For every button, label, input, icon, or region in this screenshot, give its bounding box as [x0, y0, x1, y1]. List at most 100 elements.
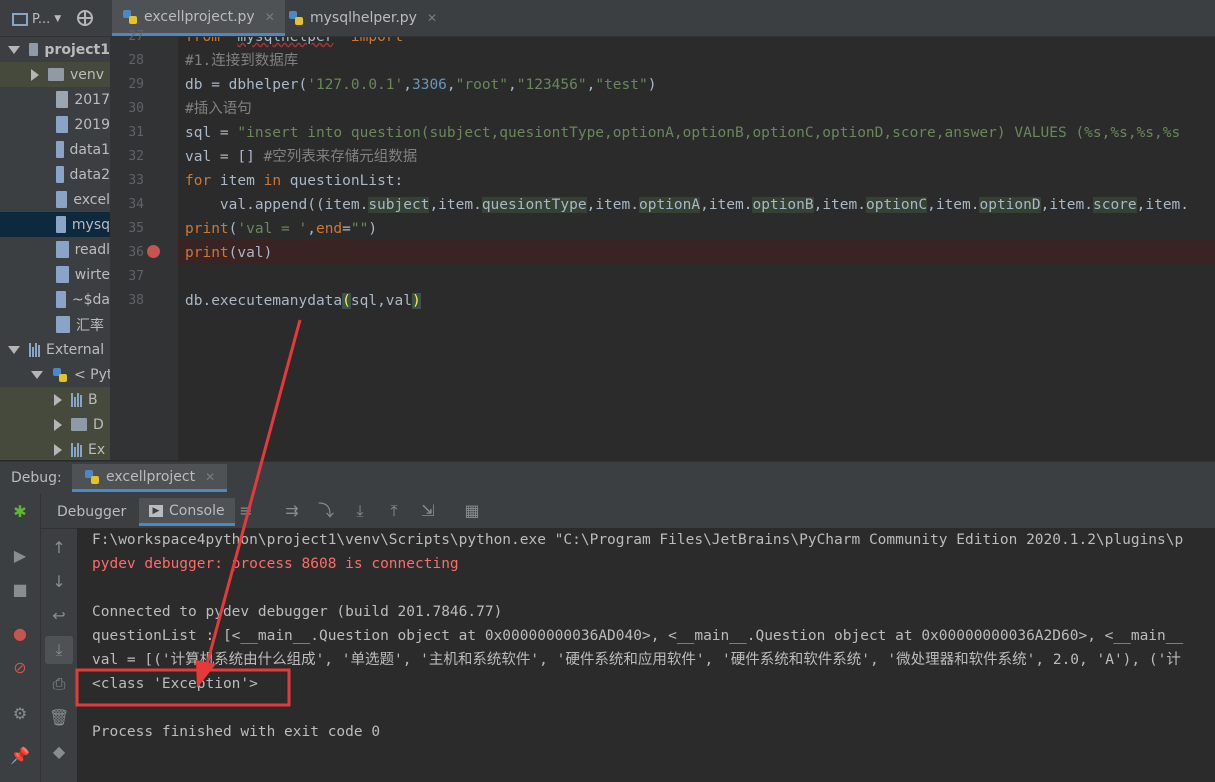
stop-icon[interactable]: ■	[10, 580, 30, 600]
tree-item-file[interactable]: data2	[0, 162, 110, 187]
tree-item-folder[interactable]: D	[0, 412, 110, 437]
tree-item-file[interactable]: excel	[0, 187, 110, 212]
tree-item-label: 2017	[74, 91, 110, 108]
show-execution-point-icon[interactable]: ⇉	[283, 502, 301, 520]
expand-arrow-icon[interactable]	[8, 345, 20, 354]
scroll-to-end-icon[interactable]: ⤓	[45, 636, 73, 664]
folder-icon	[71, 418, 87, 431]
line-number: 29	[128, 77, 144, 92]
code-line: db = dbhelper('127.0.0.1',3306,"root","1…	[185, 77, 657, 93]
pin-icon[interactable]: 📌	[10, 746, 30, 766]
trash-icon[interactable]: 🗑	[49, 708, 69, 728]
tree-item-label: data1	[69, 141, 110, 158]
print-icon[interactable]: ⎙	[49, 674, 69, 694]
tree-item-file[interactable]: wirte	[0, 262, 110, 287]
python-file-icon	[123, 9, 137, 24]
step-into-icon[interactable]: ⤓	[351, 502, 369, 520]
evaluate-expression-icon[interactable]: ▦	[463, 502, 481, 520]
tab-debugger[interactable]: Debugger	[47, 498, 136, 526]
tree-item-file[interactable]: readl	[0, 237, 110, 262]
soft-wrap-icon[interactable]: ↩	[49, 606, 69, 626]
mute-breakpoints-icon[interactable]: ⊘	[10, 658, 30, 678]
tab-label: excellproject.py	[144, 8, 255, 25]
debug-session-tab[interactable]: excellproject ✕	[72, 464, 228, 492]
line-number: 36	[128, 245, 144, 260]
arrow-up-icon[interactable]: ↑	[49, 538, 69, 558]
collapse-arrow-icon[interactable]	[31, 68, 39, 81]
tab-label: Debugger	[57, 504, 127, 520]
tree-item-venv[interactable]: venv	[0, 62, 110, 87]
console-output[interactable]: F:\workspace4python\project1\venv\Script…	[77, 528, 1215, 782]
tree-item-file[interactable]: ~$da	[0, 287, 110, 312]
tab-console[interactable]: ▶ Console	[139, 498, 235, 526]
folder-icon	[48, 68, 64, 81]
gear-icon[interactable]: ⚙	[10, 704, 30, 724]
project-view-icon	[12, 12, 28, 26]
run-to-cursor-icon[interactable]: ⇲	[419, 502, 437, 520]
tree-item-label: readl	[74, 241, 110, 258]
close-icon[interactable]: ✕	[427, 11, 437, 25]
expand-arrow-icon[interactable]	[8, 45, 20, 54]
tree-item-label: project1	[44, 41, 110, 58]
python-file-icon	[56, 291, 66, 308]
tab-label: Console	[169, 502, 225, 519]
tree-item-library[interactable]: Ex	[0, 437, 110, 460]
project-selector-label: P...	[32, 11, 51, 27]
expand-arrow-icon[interactable]	[31, 370, 43, 379]
line-number: 37	[128, 269, 144, 284]
project-tool-window-selector[interactable]: P... ▼	[12, 9, 61, 29]
code-line: val.append((item.subject,item.quesiontTy…	[185, 197, 1190, 213]
python-icon	[85, 469, 99, 484]
close-icon[interactable]: ✕	[265, 10, 275, 24]
line-number: 35	[128, 221, 144, 236]
line-number: 32	[128, 149, 144, 164]
tree-item-file[interactable]: 汇率	[0, 312, 110, 337]
step-over-icon[interactable]: ⤵	[317, 502, 335, 520]
tree-item-label: data2	[69, 166, 110, 183]
tree-item-library[interactable]: B	[0, 387, 110, 412]
tree-item-label: 汇率	[76, 317, 104, 334]
tree-item-label: 2019	[74, 116, 110, 133]
debug-toolbar: Debugger ▶ Console ≡ ⇉ ⤵ ⤓ ⤒ ⇲ ▦	[41, 494, 1215, 529]
code-line: val = [] #空列表来存储元组数据	[185, 149, 418, 165]
code-editor[interactable]: from mysqlhelper import * #1.连接到数据库 db =…	[178, 37, 1215, 460]
console-line: Process finished with exit code 0	[92, 724, 381, 740]
arrow-down-icon[interactable]: ↓	[49, 572, 69, 592]
code-line: from mysqlhelper import *	[185, 37, 421, 45]
line-number: 34	[128, 197, 144, 212]
tree-item-file[interactable]: 2017	[0, 87, 110, 112]
python-console-icon[interactable]: ◆	[49, 742, 69, 762]
line-number: 30	[128, 101, 144, 116]
console-icon: ▶	[149, 504, 163, 517]
view-breakpoints-icon[interactable]: ●	[10, 624, 30, 644]
collapse-arrow-icon[interactable]	[54, 393, 62, 406]
tree-item-label: mysq	[71, 216, 110, 233]
tree-item-file[interactable]: mysq	[0, 212, 110, 237]
project-tree: project1 venv 2017 2019 data1 data2 exce…	[0, 37, 110, 460]
debug-bug-icon[interactable]: ✱	[10, 502, 30, 522]
debug-tool-window-header: Debug: excellproject ✕	[0, 461, 1215, 494]
editor-tab-bar: P... ▼ excellproject.py ✕ mysqlhelper.py…	[0, 0, 1215, 37]
tree-item-file[interactable]: data1	[0, 137, 110, 162]
tab-mysqlhelper[interactable]: mysqlhelper.py ✕	[278, 0, 447, 36]
python-file-icon	[289, 11, 303, 25]
collapse-arrow-icon[interactable]	[54, 443, 62, 456]
layout-icon[interactable]: ≡	[237, 502, 255, 520]
close-icon[interactable]: ✕	[205, 470, 215, 484]
folder-icon	[29, 43, 39, 56]
tree-item-project1[interactable]: project1	[0, 37, 110, 62]
locate-file-icon[interactable]	[76, 9, 94, 27]
file-icon	[56, 91, 69, 108]
tree-item-external-libraries[interactable]: External	[0, 337, 110, 362]
console-line-exception: <class 'Exception'>	[92, 676, 258, 692]
resume-icon[interactable]: ▶	[10, 546, 30, 566]
step-out-icon[interactable]: ⤒	[385, 502, 403, 520]
library-icon	[71, 442, 82, 457]
tree-item-python-sdk[interactable]: < Pyt	[0, 362, 110, 387]
console-line: F:\workspace4python\project1\venv\Script…	[92, 532, 1184, 548]
breakpoint-icon[interactable]	[147, 245, 160, 258]
editor-gutter[interactable]: 27 28 29 30 31 32 33 34 35 36 37 38	[110, 29, 178, 460]
tree-item-file[interactable]: 2019	[0, 112, 110, 137]
library-icon	[71, 392, 82, 407]
collapse-arrow-icon[interactable]	[54, 418, 62, 431]
